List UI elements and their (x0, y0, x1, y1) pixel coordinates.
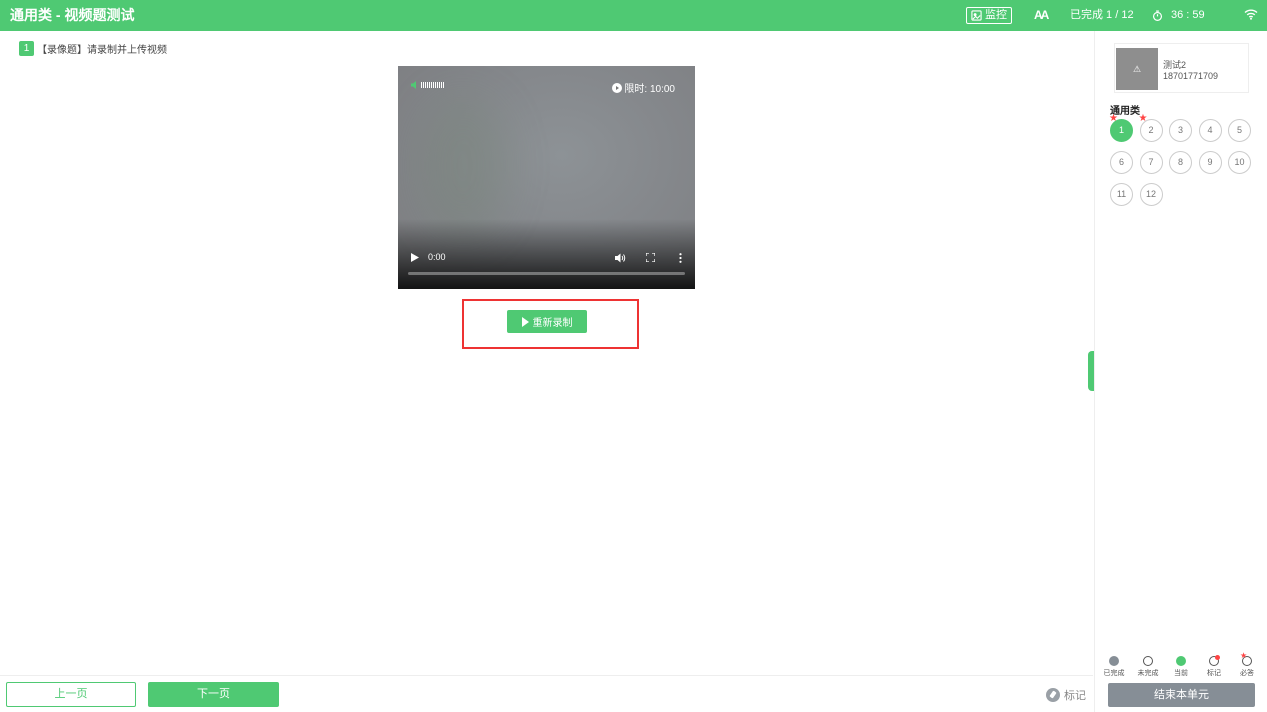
end-unit-button[interactable]: 结束本单元 (1108, 683, 1255, 707)
status-legend: 已完成 未完成 当前 标记 ★ 必答 (1095, 652, 1267, 680)
fullscreen-icon[interactable] (646, 253, 655, 262)
video-frame-blur (418, 96, 508, 236)
completion-progress: 已完成 1 / 12 (1070, 9, 1134, 21)
current-dot-icon (1176, 656, 1186, 666)
done-dot-icon (1109, 656, 1119, 666)
stopwatch-icon (1152, 10, 1163, 21)
question-nav-item[interactable]: 2 ★ (1139, 114, 1163, 142)
user-name: 测试2 (1163, 60, 1187, 70)
font-size-icon[interactable]: AA (1034, 8, 1049, 22)
top-bar: 通用类 - 视频题测试 监控 AA 已完成 1 / 12 36 : 59 (0, 0, 1267, 31)
question-text: 【录像题】请录制并上传视频 (37, 45, 167, 56)
question-nav-item[interactable]: 4 (1198, 119, 1222, 142)
avatar: ⚠ (1116, 48, 1158, 90)
mic-level-bars (421, 82, 444, 88)
video-controls: 0:00 (398, 251, 695, 265)
answer-sheet-panel: ⚠ 测试2 18701771709 通用类 1 ★ 2 ★ 3 4 5 6 7 8 9 10 11 12 … (1094, 31, 1267, 712)
monitor-icon (971, 10, 982, 21)
question-nav-number: 5 (1236, 125, 1242, 135)
pin-icon (1046, 688, 1060, 702)
question-nav-number: 7 (1148, 157, 1154, 167)
legend-required: ★ 必答 (1230, 652, 1264, 678)
user-phone: 18701771709 (1163, 71, 1219, 81)
marked-circle-icon (1209, 655, 1220, 666)
countdown-timer: 36 : 59 (1152, 0, 1205, 31)
question-nav-number: 9 (1207, 157, 1213, 167)
question-nav-number: 6 (1118, 157, 1124, 167)
timer-value: 36 : 59 (1171, 9, 1205, 21)
undone-circle-icon (1143, 656, 1153, 666)
question-nav-item[interactable]: 11 (1110, 183, 1133, 206)
legend-required-label: 必答 (1240, 670, 1254, 677)
time-limit-text: 限时: 10:00 (624, 84, 675, 95)
monitor-label: 监控 (985, 9, 1007, 21)
legend-marked-label: 标记 (1207, 670, 1221, 677)
rerecord-button[interactable]: 重新录制 (507, 310, 587, 333)
legend-marked: 标记 (1197, 655, 1231, 678)
legend-done-label: 已完成 (1103, 670, 1125, 677)
question-nav-item[interactable]: 12 (1139, 183, 1163, 206)
question-nav-number: 4 (1207, 125, 1213, 135)
question-nav-number: 1 (1118, 125, 1124, 135)
wifi-icon (1244, 9, 1258, 20)
mark-button[interactable]: 标记 (1046, 687, 1086, 703)
question-nav-item[interactable]: 10 (1228, 151, 1251, 174)
required-star-icon: ★ (1109, 113, 1118, 124)
rerecord-label: 重新录制 (532, 318, 573, 329)
question-nav-number: 3 (1177, 125, 1183, 135)
play-circle-icon (612, 82, 623, 93)
user-profile-card: ⚠ 测试2 18701771709 (1114, 43, 1249, 93)
question-number: 1 (19, 41, 34, 56)
question-nav-number: 10 (1234, 157, 1245, 167)
question-nav-item[interactable]: 7 (1139, 151, 1163, 174)
question-nav-item[interactable]: 5 (1228, 119, 1251, 142)
required-circle-icon: ★ (1240, 652, 1252, 666)
legend-undone: 未完成 (1131, 656, 1165, 678)
video-player[interactable]: 限时: 10:00 0:00 (398, 66, 695, 289)
monitor-button[interactable]: 监控 (966, 7, 1012, 24)
page-title: 通用类 - 视频题测试 (10, 7, 135, 23)
mic-level-indicator (411, 81, 444, 89)
volume-icon[interactable] (615, 253, 626, 263)
question-nav-item[interactable]: 8 (1169, 151, 1192, 174)
legend-current: 当前 (1164, 656, 1198, 678)
more-options-icon[interactable] (679, 253, 682, 263)
prev-page-button[interactable]: 上一页 (6, 682, 136, 707)
question-nav-number: 2 (1148, 125, 1154, 135)
time-limit: 限时: 10:00 (612, 80, 675, 95)
legend-current-label: 当前 (1174, 670, 1188, 677)
question-nav-number: 12 (1145, 189, 1156, 199)
question-nav-number: 8 (1177, 157, 1183, 167)
question-nav-item[interactable]: 6 (1110, 151, 1133, 174)
speaker-icon (411, 81, 416, 89)
play-icon[interactable] (411, 253, 419, 262)
mark-label: 标记 (1064, 690, 1086, 702)
legend-undone-label: 未完成 (1137, 670, 1159, 677)
question-nav-item[interactable]: 3 (1169, 119, 1192, 142)
question-nav-item[interactable]: 9 (1198, 151, 1222, 174)
required-star-icon: ★ (1138, 113, 1148, 124)
question-nav-item[interactable]: 1 ★ (1109, 114, 1133, 142)
seek-bar[interactable] (408, 272, 685, 275)
play-triangle-icon (521, 316, 529, 327)
question-nav-number: 11 (1116, 189, 1127, 199)
video-current-time: 0:00 (428, 252, 446, 262)
bottom-divider (0, 675, 1093, 676)
legend-done: 已完成 (1097, 656, 1131, 678)
next-page-button[interactable]: 下一页 (148, 682, 279, 707)
question-header: 1 【录像题】请录制并上传视频 (19, 41, 167, 56)
